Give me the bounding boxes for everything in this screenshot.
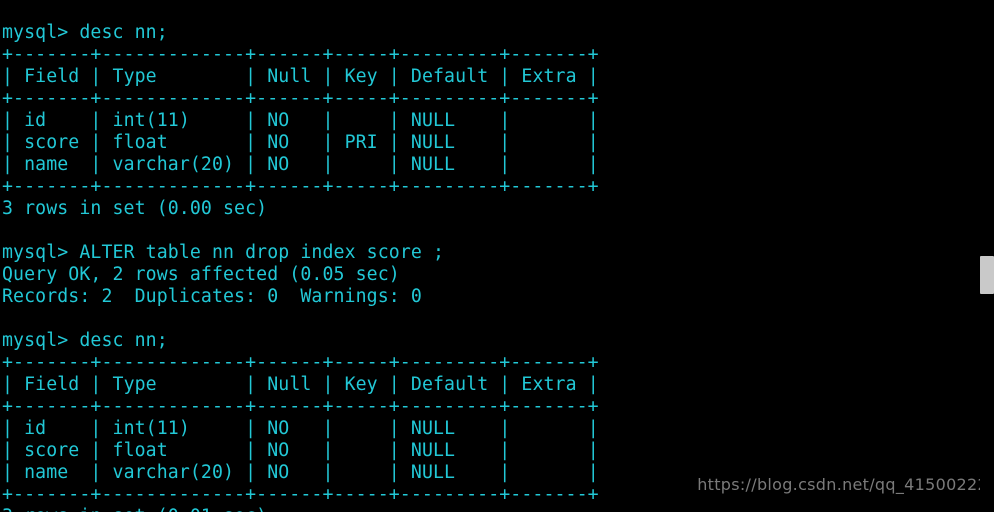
col-type: Type	[113, 66, 157, 87]
table-separator: +-------+-------------+------+-----+----…	[2, 396, 599, 417]
table-separator: +-------+-------------+------+-----+----…	[2, 44, 599, 65]
status-rows: 3 rows in set (0.00 sec)	[2, 198, 267, 219]
scrollbar-track[interactable]	[980, 0, 994, 512]
cell-default: NULL	[411, 418, 455, 439]
col-null: Null	[267, 66, 311, 87]
cell-type: int(11)	[113, 110, 190, 131]
cell-field: id	[24, 418, 46, 439]
command-alter: ALTER table nn drop index score ;	[79, 242, 444, 263]
cell-type: varchar(20)	[113, 154, 235, 175]
records-line: Records: 2 Duplicates: 0 Warnings: 0	[2, 286, 422, 307]
cell-null: NO	[267, 132, 289, 153]
table-separator: +-------+-------------+------+-----+----…	[2, 88, 599, 109]
table-row: | id | int(11) | NO | | NULL | |	[2, 110, 599, 131]
table-separator: +-------+-------------+------+-----+----…	[2, 352, 599, 373]
cell-null: NO	[267, 418, 289, 439]
table-header-row: | Field | Type | Null | Key | Default | …	[2, 66, 599, 87]
cell-default: NULL	[411, 154, 455, 175]
cell-null: NO	[267, 440, 289, 461]
cell-default: NULL	[411, 132, 455, 153]
col-field: Field	[24, 66, 79, 87]
command-desc-1: desc nn;	[79, 22, 167, 43]
cell-null: NO	[267, 154, 289, 175]
cell-type: float	[113, 132, 168, 153]
cell-default: NULL	[411, 440, 455, 461]
terminal[interactable]: mysql> desc nn; +-------+-------------+-…	[0, 0, 994, 512]
cell-field: id	[24, 110, 46, 131]
table-header-row: | Field | Type | Null | Key | Default | …	[2, 374, 599, 395]
cell-null: NO	[267, 110, 289, 131]
table-separator: +-------+-------------+------+-----+----…	[2, 176, 599, 197]
cell-field: name	[24, 462, 68, 483]
col-type: Type	[113, 374, 157, 395]
table-row: | score | float | NO | | NULL | |	[2, 440, 599, 461]
cell-type: float	[113, 440, 168, 461]
cell-field: score	[24, 440, 79, 461]
table-row: | name | varchar(20) | NO | | NULL | |	[2, 154, 599, 175]
cell-default: NULL	[411, 462, 455, 483]
mysql-prompt: mysql>	[2, 242, 68, 263]
col-extra: Extra	[521, 66, 576, 87]
table-row: | id | int(11) | NO | | NULL | |	[2, 418, 599, 439]
scrollbar-thumb[interactable]	[980, 256, 994, 294]
col-default: Default	[411, 66, 488, 87]
cell-null: NO	[267, 462, 289, 483]
status-rows: 3 rows in set (0.01 sec)	[2, 506, 267, 512]
cell-default: NULL	[411, 110, 455, 131]
cell-key: PRI	[345, 132, 378, 153]
cell-type: varchar(20)	[113, 462, 235, 483]
table-separator: +-------+-------------+------+-----+----…	[2, 484, 599, 505]
col-null: Null	[267, 374, 311, 395]
col-key: Key	[345, 374, 378, 395]
table-row: | score | float | NO | PRI | NULL | |	[2, 132, 599, 153]
command-desc-2: desc nn;	[79, 330, 167, 351]
col-default: Default	[411, 374, 488, 395]
cell-field: score	[24, 132, 79, 153]
cell-field: name	[24, 154, 68, 175]
mysql-prompt: mysql>	[2, 22, 68, 43]
mysql-prompt: mysql>	[2, 330, 68, 351]
col-field: Field	[24, 374, 79, 395]
col-extra: Extra	[521, 374, 576, 395]
col-key: Key	[345, 66, 378, 87]
query-ok: Query OK, 2 rows affected (0.05 sec)	[2, 264, 400, 285]
cell-type: int(11)	[113, 418, 190, 439]
table-row: | name | varchar(20) | NO | | NULL | |	[2, 462, 599, 483]
